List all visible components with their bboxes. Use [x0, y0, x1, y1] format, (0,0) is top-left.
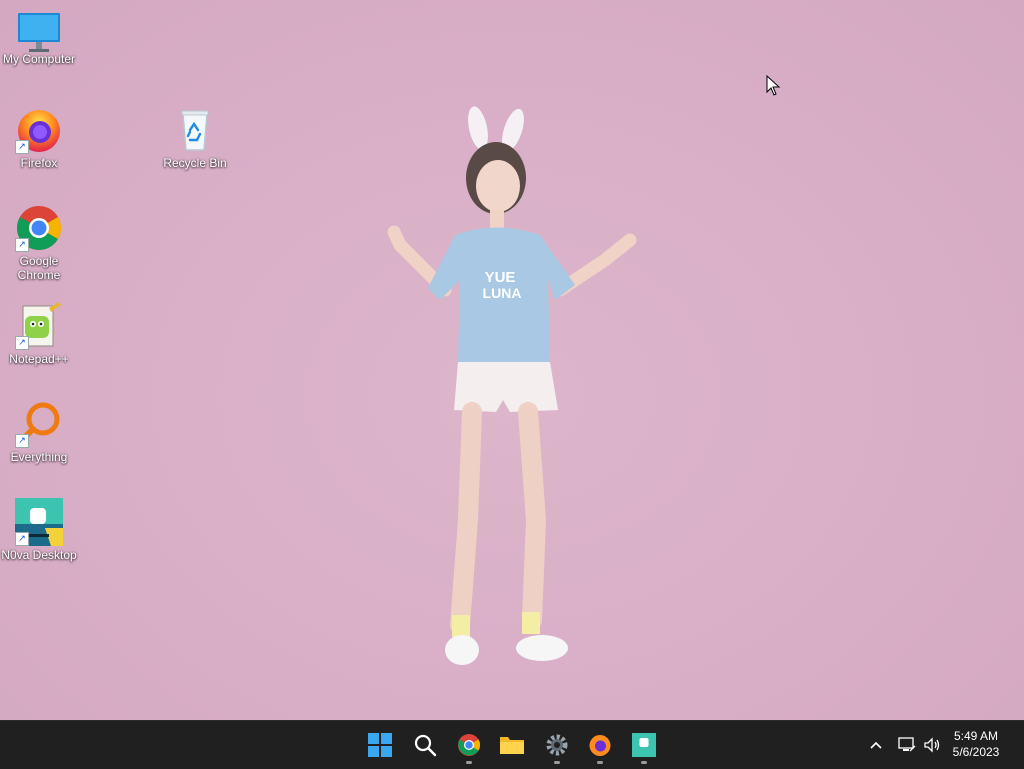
desktop-icon-firefox[interactable]: ↗ Firefox — [0, 106, 79, 170]
shortcut-arrow-icon: ↗ — [15, 532, 29, 546]
volume-button[interactable] — [922, 735, 942, 755]
clock-date: 5/6/2023 — [952, 745, 1000, 759]
desktop-icon-notepadpp[interactable]: ↗ Notepad++ — [0, 302, 79, 366]
shortcut-arrow-icon: ↗ — [15, 238, 29, 252]
nova-desktop-icon: ↗ — [15, 498, 63, 546]
svg-text:YUE: YUE — [485, 269, 516, 286]
search-button[interactable] — [405, 725, 445, 765]
svg-text:LUNA: LUNA — [483, 285, 522, 301]
running-indicator — [466, 761, 472, 764]
network-icon — [898, 737, 916, 752]
taskbar-app-firefox[interactable] — [580, 725, 620, 765]
nova-desktop-icon — [632, 733, 656, 757]
chrome-icon — [458, 734, 480, 756]
notepadpp-icon: ↗ — [15, 302, 63, 350]
shortcut-arrow-icon: ↗ — [15, 336, 29, 350]
desktop-icon-label: N0va Desktop — [1, 548, 77, 562]
desktop-icon-everything[interactable]: ↗ Everything — [0, 400, 79, 464]
search-icon — [414, 734, 437, 757]
desktop-icon-label: Notepad++ — [9, 352, 69, 366]
running-indicator — [554, 761, 560, 764]
network-status-button[interactable] — [897, 735, 917, 755]
folder-icon — [500, 737, 524, 754]
taskbar-app-settings[interactable] — [537, 725, 577, 765]
taskbar-clock[interactable]: 5:49 AM 5/6/2023 — [946, 728, 1006, 760]
speaker-icon — [924, 737, 940, 753]
desktop-icon-label: Everything — [10, 450, 68, 464]
windows-logo-icon — [368, 733, 392, 757]
everything-icon: ↗ — [15, 400, 63, 448]
chrome-icon: ↗ — [15, 204, 63, 252]
desktop-icon-recycle-bin[interactable]: Recycle Bin — [155, 106, 235, 170]
desktop-icon-google-chrome[interactable]: ↗ Google Chrome — [0, 204, 79, 282]
desktop-icon-my-computer[interactable]: My Computer — [0, 10, 79, 66]
firefox-icon — [589, 735, 611, 756]
shortcut-arrow-icon: ↗ — [15, 140, 29, 154]
clock-time: 5:49 AM — [953, 729, 999, 743]
wallpaper-character-illustration: YUE LUNA — [387, 106, 637, 665]
desktop-icon-label: Firefox — [20, 156, 58, 170]
show-hidden-icons-button[interactable] — [866, 735, 886, 755]
mouse-pointer-icon — [766, 75, 781, 96]
firefox-icon: ↗ — [15, 106, 63, 154]
taskbar: 5:49 AM 5/6/2023 — [0, 720, 1024, 769]
taskbar-app-chrome[interactable] — [449, 725, 489, 765]
running-indicator — [641, 761, 647, 764]
chevron-up-icon — [870, 741, 882, 749]
start-button[interactable] — [360, 725, 400, 765]
shortcut-arrow-icon: ↗ — [15, 434, 29, 448]
desktop-icon-label: Google Chrome — [17, 254, 61, 282]
recycle-bin-icon — [171, 106, 219, 154]
taskbar-app-nova-desktop[interactable] — [624, 725, 664, 765]
desktop-icon-label: Recycle Bin — [163, 156, 227, 170]
monitor-icon — [15, 10, 63, 58]
taskbar-app-file-explorer[interactable] — [492, 725, 532, 765]
desktop[interactable]: My Computer ↗ Firefox Recycle Bin ↗ Goog… — [0, 0, 1024, 720]
desktop-icon-nova-desktop[interactable]: ↗ N0va Desktop — [0, 498, 79, 562]
running-indicator — [597, 761, 603, 764]
gear-icon — [546, 734, 568, 756]
